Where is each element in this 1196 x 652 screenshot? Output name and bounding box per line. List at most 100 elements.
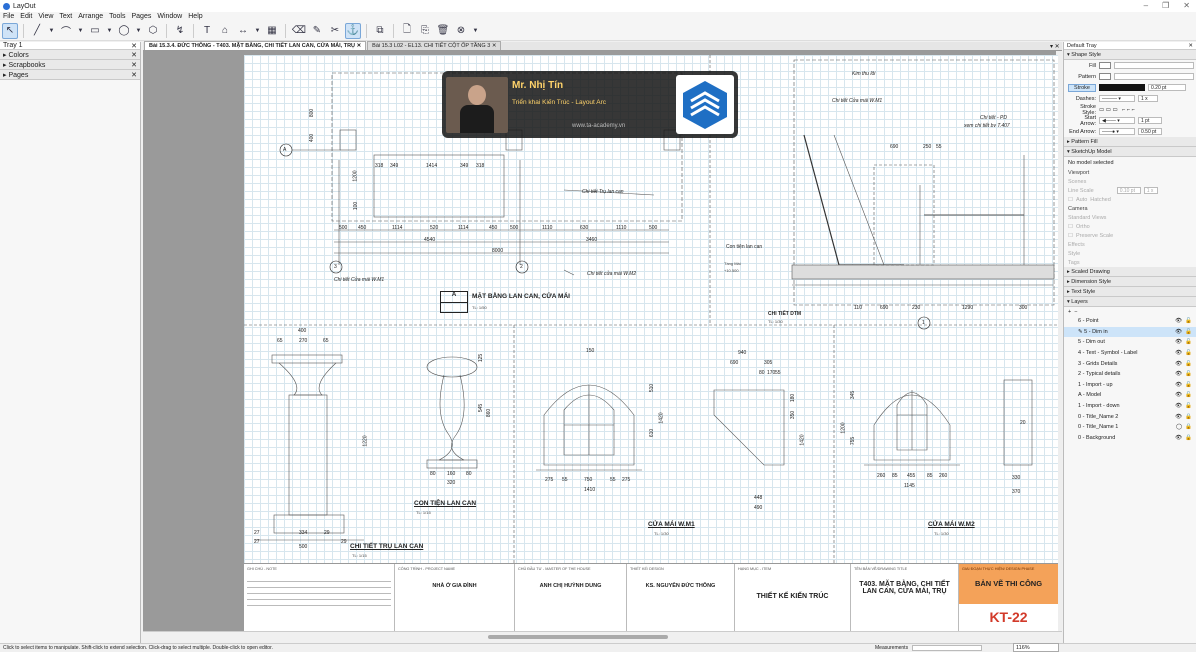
layer-row[interactable]: A - Model 👁 🔓 xyxy=(1064,390,1196,401)
eye-icon[interactable]: 👁 xyxy=(1175,382,1182,388)
add-layer-icon[interactable]: + xyxy=(1068,309,1071,315)
lock-icon[interactable]: 🔓 xyxy=(1185,361,1192,367)
section-shape-style[interactable]: ▾ Shape Style xyxy=(1064,50,1196,60)
start-arrow-size[interactable]: 1 pt xyxy=(1138,117,1162,124)
fill-field[interactable] xyxy=(1114,62,1194,69)
lock-icon[interactable]: 🔒 xyxy=(1185,414,1192,420)
close-icon[interactable]: ✕ xyxy=(492,43,497,49)
layer-row[interactable]: 2 - Typical details 👁 🔓 xyxy=(1064,369,1196,380)
dash-scale-field[interactable]: 1 x xyxy=(1138,95,1158,102)
share-dropdown-icon[interactable]: ▼ xyxy=(471,23,480,39)
section-text-style[interactable]: ▸ Text Style xyxy=(1064,287,1196,297)
menu-pages[interactable]: Pages xyxy=(131,13,151,20)
dimension-dropdown-icon[interactable]: ▼ xyxy=(253,23,262,39)
stroke-width-field[interactable]: 0.20 pt xyxy=(1148,84,1186,91)
layer-row[interactable]: 4 - Text - Symbol - Label 👁 🔓 xyxy=(1064,348,1196,359)
menu-tools[interactable]: Tools xyxy=(109,13,125,20)
pattern-swatch[interactable] xyxy=(1099,73,1111,80)
lock-icon[interactable]: 🔒 xyxy=(1185,435,1192,441)
section-sketchup-model[interactable]: ▾ SketchUp Model xyxy=(1064,147,1196,157)
ortho-checkbox[interactable]: ☐ xyxy=(1068,224,1073,230)
menu-file[interactable]: File xyxy=(3,13,14,20)
tags-row[interactable]: Tags xyxy=(1064,258,1196,267)
eye-icon[interactable]: 👁 xyxy=(1175,371,1182,377)
split-tool-icon[interactable]: ✂ xyxy=(327,23,343,39)
lock-icon[interactable]: 🔓 xyxy=(1185,403,1192,409)
layer-row[interactable]: 6 - Point 👁 🔓 xyxy=(1064,316,1196,327)
eye-icon[interactable]: 👁 xyxy=(1175,339,1182,345)
eye-icon[interactable]: 👁 xyxy=(1175,414,1182,420)
eye-icon[interactable]: 👁 xyxy=(1175,329,1182,335)
arc-tool-icon[interactable]: ⌒ xyxy=(58,23,74,39)
auto-checkbox[interactable]: ☐ xyxy=(1068,197,1073,203)
arc-dropdown-icon[interactable]: ▼ xyxy=(76,23,85,39)
section-scaled-drawing[interactable]: ▸ Scaled Drawing xyxy=(1064,267,1196,277)
panel-scrapbooks[interactable]: ▸ Scrapbooks ✕ xyxy=(0,60,140,70)
new-page-icon[interactable]: 🗋 xyxy=(399,23,415,39)
cap-style-icons[interactable]: ▭ ▭ ▭ ⌐ ⌐ ⌐ xyxy=(1099,107,1135,113)
menu-help[interactable]: Help xyxy=(188,13,202,20)
tray-close-icon[interactable]: ✕ xyxy=(131,42,137,50)
rectangle-dropdown-icon[interactable]: ▼ xyxy=(105,23,114,39)
join-tool-icon[interactable]: ⚓ xyxy=(345,22,361,39)
preserve-scale-checkbox[interactable]: ☐ xyxy=(1068,233,1073,239)
line-tool-icon[interactable]: ╱ xyxy=(29,23,45,39)
circle-dropdown-icon[interactable]: ▼ xyxy=(134,23,143,39)
lock-icon[interactable]: 🔓 xyxy=(1185,329,1192,335)
style-tool-icon[interactable]: ✎ xyxy=(309,23,325,39)
layer-row[interactable]: 5 - Dim out 👁 🔓 xyxy=(1064,337,1196,348)
line-scale-x[interactable]: 1 x xyxy=(1143,187,1158,194)
eraser-tool-icon[interactable]: ⌫ xyxy=(291,23,307,39)
circle-tool-icon[interactable]: ◯ xyxy=(116,23,132,39)
panel-colors[interactable]: ▸ Colors ✕ xyxy=(0,50,140,60)
restore-icon[interactable]: ❐ xyxy=(1162,1,1169,10)
eye-icon[interactable]: 👁 xyxy=(1175,403,1182,409)
label-tool-icon[interactable]: ⌂ xyxy=(217,23,233,39)
style-row[interactable]: Style xyxy=(1064,249,1196,258)
polygon-tool-icon[interactable]: ⬡ xyxy=(145,23,161,39)
horizontal-scrollbar[interactable] xyxy=(143,631,1062,642)
remove-layer-icon[interactable]: − xyxy=(1074,309,1077,315)
screen-presentation-icon[interactable]: ⧉ xyxy=(372,23,388,39)
line-dropdown-icon[interactable]: ▼ xyxy=(47,23,56,39)
layer-row[interactable]: ✎ 5 - Dim in 👁 🔓 xyxy=(1064,326,1196,338)
eye-icon[interactable]: 👁 xyxy=(1175,318,1182,324)
close-window-icon[interactable]: ✕ xyxy=(1183,1,1190,10)
measurements-input[interactable] xyxy=(912,645,983,651)
eye-icon[interactable]: 👁 xyxy=(1175,435,1182,441)
menu-window[interactable]: Window xyxy=(157,13,182,20)
stroke-button[interactable]: Stroke xyxy=(1068,83,1096,92)
section-layers[interactable]: ▾ Layers xyxy=(1064,297,1196,307)
tray-close-icon[interactable]: ✕ xyxy=(1188,43,1193,49)
text-tool-icon[interactable]: T xyxy=(199,23,215,39)
close-icon[interactable]: ✕ xyxy=(357,43,362,49)
rectangle-tool-icon[interactable]: ▭ xyxy=(87,23,103,39)
lock-icon[interactable]: 🔓 xyxy=(1185,371,1192,377)
share-icon[interactable]: ⊗ xyxy=(453,23,469,39)
minimize-icon[interactable]: – xyxy=(1144,1,1148,10)
eye-icon[interactable]: 👁 xyxy=(1175,361,1182,367)
layer-row[interactable]: 0 - Title_Name 2 👁 🔒 xyxy=(1064,411,1196,422)
tab-document-1[interactable]: Bài 15.3.4. ĐỨC THÔNG - T403. MẶT BẰNG, … xyxy=(144,41,367,50)
close-icon[interactable]: ✕ xyxy=(131,71,137,79)
effects-row[interactable]: Effects xyxy=(1064,240,1196,249)
lock-icon[interactable]: 🔓 xyxy=(1185,382,1192,388)
zoom-select[interactable]: 116% xyxy=(1013,643,1059,652)
eye-icon[interactable]: 👁 xyxy=(1175,392,1182,398)
layer-row[interactable]: 1 - Import - up 👁 🔓 xyxy=(1064,380,1196,391)
dashes-select[interactable]: ——— ▾ xyxy=(1099,95,1135,102)
lock-icon[interactable]: 🔓 xyxy=(1185,392,1192,398)
layer-row[interactable]: 3 - Grids Details 👁 🔓 xyxy=(1064,358,1196,369)
layer-row[interactable]: 1 - Import - down 👁 🔓 xyxy=(1064,401,1196,412)
stroke-color-swatch[interactable] xyxy=(1099,84,1145,91)
start-arrow-select[interactable]: ◀—— ▾ xyxy=(1099,117,1135,124)
eye-icon[interactable]: 👁 xyxy=(1175,350,1182,356)
dimension-tool-icon[interactable]: ↔ xyxy=(235,23,251,39)
lock-icon[interactable]: 🔓 xyxy=(1185,318,1192,324)
section-pattern-fill[interactable]: ▸ Pattern Fill xyxy=(1064,137,1196,147)
menu-text[interactable]: Text xyxy=(59,13,72,20)
close-icon[interactable]: ✕ xyxy=(131,51,137,59)
panel-pages[interactable]: ▸ Pages ✕ xyxy=(0,70,140,80)
lock-icon[interactable]: 🔒 xyxy=(1185,424,1192,430)
select-tool-icon[interactable]: ↖ xyxy=(2,22,18,39)
